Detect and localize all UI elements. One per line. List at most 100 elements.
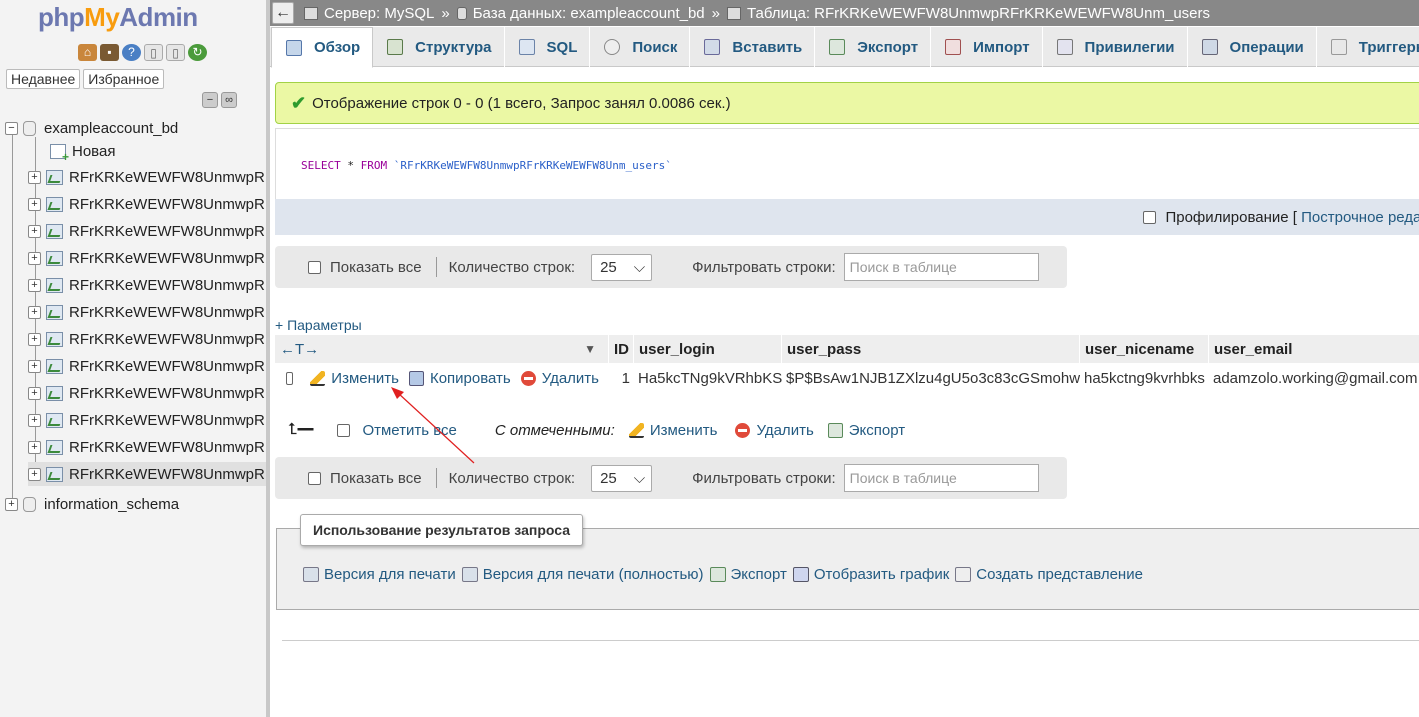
sql-query[interactable]: SELECT * FROM `RFrKRKeWEWFW8UnmwpRFrKRKe… — [301, 159, 672, 172]
tab-export[interactable]: Экспорт — [815, 27, 932, 67]
row-checkbox[interactable] — [286, 371, 294, 385]
options-link[interactable]: + Параметры — [275, 317, 362, 333]
tab-operations[interactable]: Операции — [1188, 27, 1317, 67]
tab-sql[interactable]: SQL — [505, 27, 591, 67]
expand-icon[interactable]: + — [28, 332, 41, 346]
check-all-link[interactable]: Отметить все — [362, 422, 456, 439]
table-name[interactable]: RFrKRKeWEWFW8UnmwpR — [69, 169, 265, 186]
docs-icon[interactable]: ▯ — [144, 44, 163, 61]
reload-icon[interactable]: ↻ — [188, 44, 207, 61]
rows-count-select[interactable]: 25 ⌵ — [591, 464, 653, 492]
expand-icon[interactable]: + — [28, 197, 41, 211]
bulk-edit-button[interactable]: Изменить — [628, 422, 717, 439]
expand-icon[interactable]: + — [28, 251, 41, 265]
expand-icon[interactable]: + — [28, 467, 41, 481]
tree-table-item[interactable]: + RFrKRKeWEWFW8UnmwpR — [28, 408, 268, 432]
collapse-icon[interactable]: − — [5, 121, 18, 135]
expand-icon[interactable]: + — [28, 359, 41, 373]
tree-table-item[interactable]: + RFrKRKeWEWFW8UnmwpR — [28, 246, 268, 270]
tree-table-item[interactable]: + RFrKRKeWEWFW8UnmwpR — [28, 327, 268, 351]
tree-db-information-schema[interactable]: + information_schema — [5, 492, 179, 516]
table-name[interactable]: RFrKRKeWEWFW8UnmwpR — [69, 196, 265, 213]
col-header-user-email[interactable]: user_email — [1209, 335, 1419, 363]
filter-rows-input[interactable]: Поиск в таблице — [843, 253, 1039, 281]
table-name[interactable]: RFrKRKeWEWFW8UnmwpR — [69, 385, 265, 402]
tab-browse[interactable]: Обзор — [271, 27, 374, 68]
inline-edit-link[interactable]: Построчное редакт — [1301, 209, 1419, 226]
link-icon[interactable]: ∞ — [221, 92, 237, 108]
rows-count-select[interactable]: 25 ⌵ — [591, 253, 653, 281]
show-all-checkbox[interactable] — [308, 260, 321, 274]
column-resize-icon[interactable]: ←T→ — [280, 341, 319, 358]
expand-icon[interactable]: + — [28, 440, 41, 454]
table-name[interactable]: RFrKRKeWEWFW8UnmwpR — [69, 304, 265, 321]
expand-icon[interactable]: + — [28, 224, 41, 238]
table-name[interactable]: RFrKRKeWEWFW8UnmwpR — [69, 439, 265, 456]
tree-table-item[interactable]: + RFrKRKeWEWFW8UnmwpR — [28, 435, 268, 459]
table-name[interactable]: RFrKRKeWEWFW8UnmwpR — [69, 223, 265, 240]
tab-insert[interactable]: Вставить — [690, 27, 816, 67]
print-view-link[interactable]: Версия для печати — [303, 566, 456, 583]
collapse-all-icon[interactable]: − — [202, 92, 218, 108]
breadcrumb-database[interactable]: База данных: exampleaccount_bd — [473, 5, 705, 22]
back-arrow-icon[interactable]: ← — [272, 2, 294, 24]
tree-table-item[interactable]: + RFrKRKeWEWFW8UnmwpR — [28, 462, 268, 486]
help-icon[interactable]: ? — [122, 44, 141, 61]
breadcrumb-table[interactable]: Таблица: RFrKRKeWEWFW8UnmwpRFrKRKeWEWFW8… — [747, 5, 1210, 22]
tab-privileges[interactable]: Привилегии — [1043, 27, 1188, 67]
copy-row-button[interactable]: Копировать — [408, 370, 511, 387]
tree-table-item[interactable]: + RFrKRKeWEWFW8UnmwpR — [28, 192, 268, 216]
new-table-label[interactable]: Новая — [72, 143, 115, 160]
expand-icon[interactable]: + — [28, 305, 41, 319]
exit-icon[interactable]: ▪ — [100, 44, 119, 61]
table-name[interactable]: RFrKRKeWEWFW8UnmwpR — [69, 331, 265, 348]
tab-triggers[interactable]: Триггеры — [1317, 27, 1419, 67]
tree-table-item[interactable]: + RFrKRKeWEWFW8UnmwpR — [28, 219, 268, 243]
sort-dropdown-icon[interactable]: ▼ — [584, 342, 596, 356]
show-all-checkbox[interactable] — [308, 471, 321, 485]
bulk-delete-button[interactable]: Удалить — [735, 422, 814, 439]
col-header-user-nicename[interactable]: user_nicename — [1080, 335, 1209, 363]
tree-table-item[interactable]: + RFrKRKeWEWFW8UnmwpR — [28, 354, 268, 378]
cell-user-login[interactable]: Ha5kcTNg9kVRhbKS — [634, 364, 782, 392]
favorites-tab[interactable]: Избранное — [83, 69, 165, 89]
tab-import[interactable]: Импорт — [931, 27, 1043, 67]
expand-icon[interactable]: + — [28, 413, 41, 427]
sql-query-box[interactable]: SELECT * FROM `RFrKRKeWEWFW8UnmwpRFrKRKe… — [275, 128, 1419, 200]
tree-table-item[interactable]: + RFrKRKeWEWFW8UnmwpR — [28, 273, 268, 297]
table-name[interactable]: RFrKRKeWEWFW8UnmwpR — [69, 277, 265, 294]
expand-icon[interactable]: + — [28, 386, 41, 400]
col-header-user-login[interactable]: user_login — [634, 335, 782, 363]
tree-db-exampleaccount[interactable]: − exampleaccount_bd — [5, 116, 178, 140]
check-all-checkbox[interactable] — [337, 423, 351, 437]
cell-id[interactable]: 1 — [609, 364, 634, 392]
edit-row-button[interactable]: Изменить — [310, 370, 399, 387]
tree-table-item[interactable]: + RFrKRKeWEWFW8UnmwpR — [28, 165, 268, 189]
cell-user-email[interactable]: adamzolo.working@gmail.com — [1209, 364, 1419, 392]
export-link[interactable]: Экспорт — [709, 566, 787, 583]
delete-row-button[interactable]: Удалить — [520, 370, 599, 387]
expand-icon[interactable]: + — [5, 497, 18, 511]
recent-tab[interactable]: Недавнее — [6, 69, 81, 89]
print-view-full-link[interactable]: Версия для печати (полностью) — [461, 566, 704, 583]
create-view-link[interactable]: Создать представление — [955, 566, 1143, 583]
settings-icon[interactable]: ▯ — [166, 44, 185, 61]
tree-new-table[interactable]: Новая — [36, 139, 115, 164]
profiling-checkbox[interactable] — [1143, 210, 1157, 224]
db-name[interactable]: exampleaccount_bd — [44, 120, 178, 137]
cell-user-nicename[interactable]: ha5kctng9kvrhbks — [1080, 364, 1209, 392]
bulk-export-button[interactable]: Экспорт — [827, 422, 905, 439]
table-name[interactable]: RFrKRKeWEWFW8UnmwpR — [69, 412, 265, 429]
expand-icon[interactable]: + — [28, 170, 41, 184]
table-name[interactable]: RFrKRKeWEWFW8UnmwpR — [69, 358, 265, 375]
cell-user-pass[interactable]: $P$BsAw1NJB1ZXlzu4gU5o3c83cGSmohw. — [782, 364, 1080, 392]
col-header-user-pass[interactable]: user_pass — [782, 335, 1080, 363]
home-icon[interactable]: ⌂ — [78, 44, 97, 61]
expand-icon[interactable]: + — [28, 278, 41, 292]
db-name[interactable]: information_schema — [44, 496, 179, 513]
col-header-id[interactable]: ID — [609, 335, 634, 363]
breadcrumb-server[interactable]: Сервер: MySQL — [324, 5, 434, 22]
tab-structure[interactable]: Структура — [373, 27, 505, 67]
tab-search[interactable]: Поиск — [590, 27, 691, 67]
filter-rows-input[interactable]: Поиск в таблице — [843, 464, 1039, 492]
